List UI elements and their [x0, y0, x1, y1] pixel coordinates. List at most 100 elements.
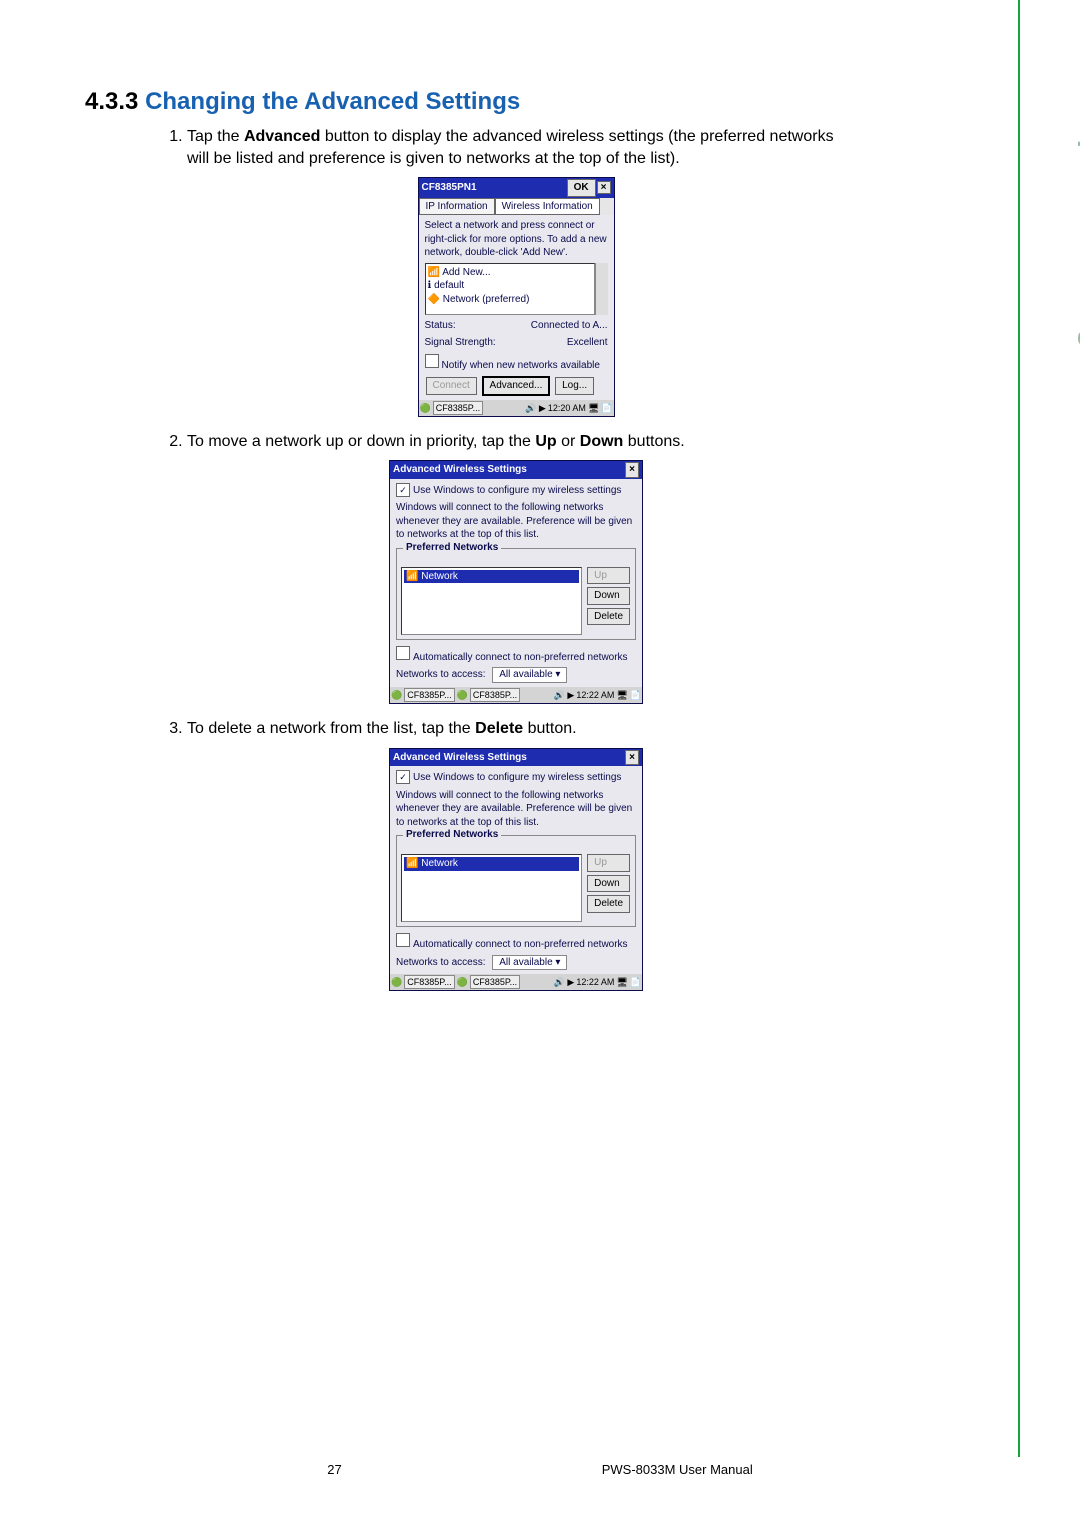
group-legend: Preferred Networks [403, 828, 501, 842]
close-icon[interactable]: × [625, 462, 639, 478]
hint-text: Select a network and press connect or ri… [425, 219, 608, 260]
taskbar-clock: 12:22 AM [576, 689, 614, 701]
start-icon[interactable]: 🟢 [457, 689, 468, 701]
screenshot-advanced-1: Advanced Wireless Settings × ✓Use Window… [389, 460, 643, 704]
desktop-icon[interactable]: 🖥 [616, 976, 627, 988]
desktop-icon[interactable]: 🖥 [588, 402, 599, 414]
window-titlebar: Advanced Wireless Settings × [390, 461, 642, 479]
connect-button[interactable]: Connect [426, 377, 477, 395]
access-row: Networks to access: All available ▾ [396, 667, 636, 683]
window-titlebar: Advanced Wireless Settings × [390, 749, 642, 767]
step-3: To delete a network from the list, tap t… [187, 718, 845, 991]
taskbar: 🟢 CF8385P... 🔊 ▶ 12:20 AM 🖥 📄 [419, 400, 614, 416]
use-windows-row: ✓Use Windows to configure my wireless se… [396, 483, 636, 497]
taskbar-clock: 12:22 AM [576, 976, 614, 988]
window-title: CF8385PN1 [422, 181, 477, 195]
tray-icons: 🔊 ▶ [554, 976, 575, 988]
desc-text: Windows will connect to the following ne… [396, 789, 636, 830]
body-column: Tap the Advanced button to display the a… [165, 126, 845, 991]
taskbar-app[interactable]: CF8385P... [470, 688, 520, 702]
kb-icon[interactable]: 📄 [630, 689, 641, 701]
notify-row: Notify when new networks available [425, 354, 608, 373]
preferred-list[interactable]: 📶 Network [401, 567, 582, 635]
auto-row: Automatically connect to non-preferred n… [396, 646, 636, 665]
manual-title: PWS-8033M User Manual [602, 1462, 753, 1477]
list-item[interactable]: 📶 Add New... [428, 266, 592, 280]
list-item[interactable]: 📶 Network [404, 570, 579, 584]
status-row: Status:Connected to A... [425, 319, 608, 333]
auto-checkbox[interactable] [396, 933, 410, 947]
access-row: Networks to access: All available ▾ [396, 955, 636, 971]
button-row: Connect Advanced... Log... [425, 376, 608, 396]
screenshot-wireless-info: CF8385PN1 OK× IP Information Wireless In… [418, 177, 615, 417]
desktop-icon[interactable]: 🖥 [616, 689, 627, 701]
down-button[interactable]: Down [587, 587, 630, 605]
screenshot-advanced-2: Advanced Wireless Settings × ✓Use Window… [389, 748, 643, 992]
taskbar: 🟢 CF8385P... 🟢 CF8385P... 🔊 ▶ 12:22 AM 🖥… [390, 974, 642, 990]
auto-row: Automatically connect to non-preferred n… [396, 933, 636, 952]
preferred-list[interactable]: 📶 Network [401, 854, 582, 922]
group-legend: Preferred Networks [403, 541, 501, 555]
tray-icons: 🔊 ▶ [554, 689, 575, 701]
down-button[interactable]: Down [587, 875, 630, 893]
page-number: 27 [327, 1462, 341, 1477]
scrollbar[interactable] [595, 263, 608, 315]
panel: ✓Use Windows to configure my wireless se… [390, 479, 642, 687]
log-button[interactable]: Log... [555, 377, 594, 395]
tab-wireless-information[interactable]: Wireless Information [495, 198, 600, 216]
ok-button[interactable]: OK [567, 179, 596, 197]
list-item[interactable]: 📶 Network [404, 857, 579, 871]
taskbar-app[interactable]: CF8385P... [404, 688, 454, 702]
tab-ip-information[interactable]: IP Information [419, 198, 495, 216]
network-list[interactable]: 📶 Add New... ℹ default 🔶 Network (prefer… [425, 263, 595, 315]
step-2: To move a network up or down in priority… [187, 431, 845, 704]
taskbar-app[interactable]: CF8385P... [433, 401, 483, 415]
close-icon[interactable]: × [625, 750, 639, 766]
preferred-networks-group: Preferred Networks 📶 Network Up Down Del… [396, 835, 636, 927]
access-dropdown[interactable]: All available ▾ [492, 955, 567, 971]
panel: Select a network and press connect or ri… [419, 215, 614, 400]
up-button[interactable]: Up [587, 854, 630, 872]
start-icon[interactable]: 🟢 [457, 976, 468, 988]
right-rail [1018, 0, 1020, 1457]
start-icon[interactable]: 🟢 [420, 402, 431, 414]
window-title: Advanced Wireless Settings [393, 751, 527, 765]
kb-icon[interactable]: 📄 [601, 402, 612, 414]
taskbar: 🟢 CF8385P... 🟢 CF8385P... 🔊 ▶ 12:22 AM 🖥… [390, 687, 642, 703]
list-item[interactable]: 🔶 Network (preferred) [428, 293, 592, 307]
delete-button[interactable]: Delete [587, 895, 630, 913]
kb-icon[interactable]: 📄 [630, 976, 641, 988]
list-item[interactable]: ℹ default [428, 279, 592, 293]
section-heading: 4.3.3 Changing the Advanced Settings [85, 88, 1010, 116]
up-button[interactable]: Up [587, 567, 630, 585]
notify-checkbox[interactable] [425, 354, 439, 368]
page-footer: 27 PWS-8033M User Manual [0, 1462, 1080, 1477]
taskbar-app[interactable]: CF8385P... [470, 975, 520, 989]
window-title: Advanced Wireless Settings [393, 463, 527, 477]
preferred-networks-group: Preferred Networks 📶 Network Up Down Del… [396, 548, 636, 640]
step-1: Tap the Advanced button to display the a… [187, 126, 845, 417]
start-icon[interactable]: 🟢 [391, 976, 402, 988]
chapter-tab: Chapter 4 Getting Connected [1076, 80, 1080, 522]
desc-text: Windows will connect to the following ne… [396, 501, 636, 542]
close-icon[interactable]: × [597, 181, 611, 194]
taskbar-app[interactable]: CF8385P... [404, 975, 454, 989]
page: Chapter 4 Getting Connected 4.3.3 Changi… [0, 0, 1080, 1527]
panel: ✓Use Windows to configure my wireless se… [390, 766, 642, 974]
use-windows-row: ✓Use Windows to configure my wireless se… [396, 770, 636, 784]
section-title: Changing the Advanced Settings [145, 88, 520, 115]
use-windows-checkbox[interactable]: ✓ [396, 770, 410, 784]
advanced-button[interactable]: Advanced... [482, 376, 551, 396]
access-dropdown[interactable]: All available ▾ [492, 667, 567, 683]
tray-icons: 🔊 ▶ [525, 402, 546, 414]
signal-row: Signal Strength:Excellent [425, 336, 608, 350]
tab-bar: IP Information Wireless Information [419, 198, 614, 216]
start-icon[interactable]: 🟢 [391, 689, 402, 701]
use-windows-checkbox[interactable]: ✓ [396, 483, 410, 497]
delete-button[interactable]: Delete [587, 608, 630, 626]
auto-checkbox[interactable] [396, 646, 410, 660]
steps-list: Tap the Advanced button to display the a… [165, 126, 845, 991]
section-number: 4.3.3 [85, 88, 138, 115]
taskbar-clock: 12:20 AM [548, 402, 586, 414]
window-titlebar: CF8385PN1 OK× [419, 178, 614, 198]
